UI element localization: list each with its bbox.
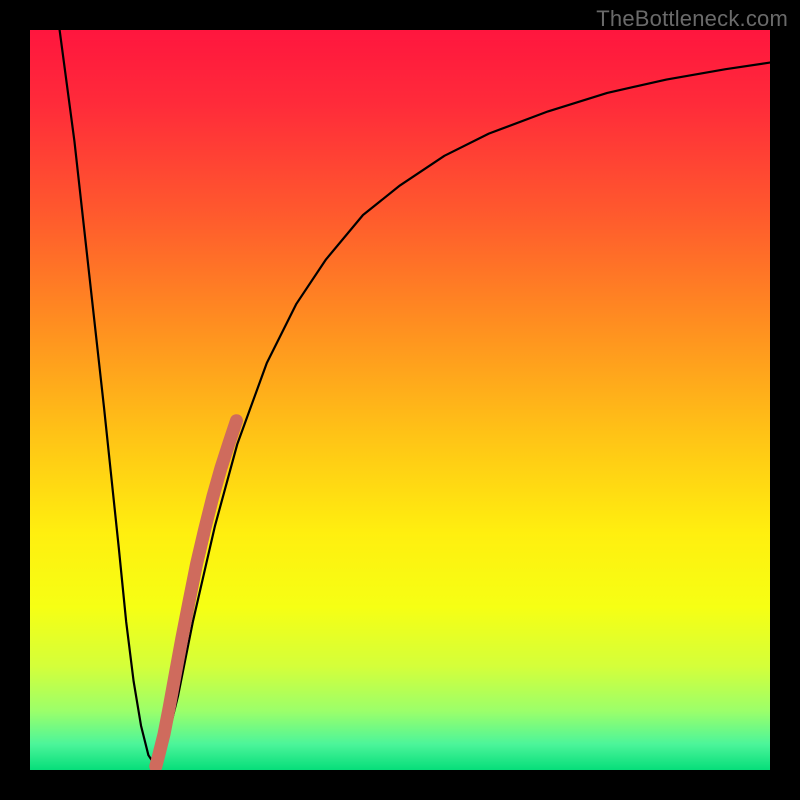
watermark-text: TheBottleneck.com <box>596 6 788 32</box>
chart-frame: TheBottleneck.com <box>0 0 800 800</box>
curve-layer <box>30 30 770 770</box>
highlighted-segment <box>156 421 237 767</box>
plot-area <box>30 30 770 770</box>
bottleneck-curve <box>60 30 770 766</box>
